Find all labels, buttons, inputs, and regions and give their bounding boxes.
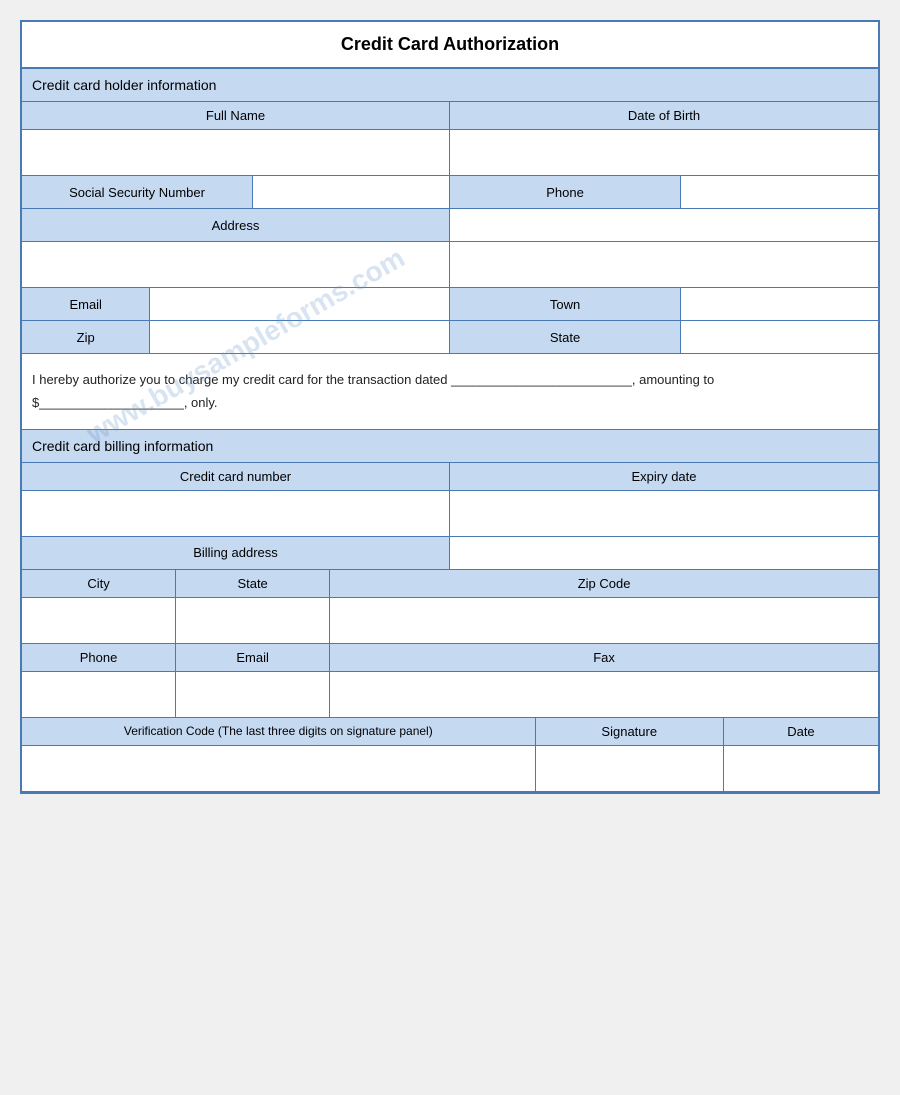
- row-billing-address: Billing address: [22, 537, 878, 570]
- input-credit-card-number[interactable]: [22, 491, 450, 536]
- input-email2[interactable]: [176, 672, 330, 717]
- row-address-input: [22, 242, 878, 288]
- input-verification-code[interactable]: [22, 746, 536, 791]
- label-date-of-birth: Date of Birth: [450, 102, 878, 129]
- billing-info-header: Credit card billing information: [22, 430, 878, 463]
- input-phone[interactable]: [681, 176, 878, 208]
- label-email2: Email: [176, 644, 330, 671]
- row-verification: Verification Code (The last three digits…: [22, 718, 878, 746]
- input-date-of-birth[interactable]: [450, 130, 878, 175]
- label-billing-address: Billing address: [22, 537, 450, 569]
- label-expiry-date: Expiry date: [450, 463, 878, 490]
- row-address: Address: [22, 209, 878, 242]
- row-email-town: Email Town: [22, 288, 878, 321]
- form-title: Credit Card Authorization: [22, 22, 878, 69]
- label-email: Email: [22, 288, 150, 320]
- input-town[interactable]: [681, 288, 878, 320]
- input-expiry-date[interactable]: [450, 491, 878, 536]
- label-date: Date: [724, 718, 878, 745]
- label-zip: Zip: [22, 321, 150, 353]
- input-date[interactable]: [724, 746, 878, 791]
- input-phone2[interactable]: [22, 672, 176, 717]
- label-credit-card-number: Credit card number: [22, 463, 450, 490]
- row-verification-input: [22, 746, 878, 792]
- label-state: State: [450, 321, 681, 353]
- row-name-dob: Full Name Date of Birth: [22, 102, 878, 130]
- input-state2[interactable]: [176, 598, 330, 643]
- input-state[interactable]: [681, 321, 878, 353]
- label-fax: Fax: [330, 644, 878, 671]
- row-cc-expiry-input: [22, 491, 878, 537]
- form-container: www.buysampleforms.com Credit Card Autho…: [20, 20, 880, 794]
- label-full-name: Full Name: [22, 102, 450, 129]
- label-verification-code: Verification Code (The last three digits…: [22, 718, 536, 745]
- row-city-state-zip: City State Zip Code: [22, 570, 878, 598]
- authorization-text: I hereby authorize you to charge my cred…: [22, 354, 878, 430]
- label-city: City: [22, 570, 176, 597]
- label-address: Address: [22, 209, 450, 241]
- label-state2: State: [176, 570, 330, 597]
- input-address2[interactable]: [22, 242, 450, 287]
- label-phone2: Phone: [22, 644, 176, 671]
- label-town: Town: [450, 288, 681, 320]
- input-ssn[interactable]: [253, 176, 450, 208]
- label-zip-code: Zip Code: [330, 570, 878, 597]
- row-cc-expiry: Credit card number Expiry date: [22, 463, 878, 491]
- label-ssn: Social Security Number: [22, 176, 253, 208]
- input-full-name[interactable]: [22, 130, 450, 175]
- row-zip-state: Zip State: [22, 321, 878, 354]
- label-phone: Phone: [450, 176, 681, 208]
- row-city-state-zip-input: [22, 598, 878, 644]
- input-city[interactable]: [22, 598, 176, 643]
- row-phone-email-fax-input: [22, 672, 878, 718]
- input-email[interactable]: [150, 288, 450, 320]
- input-billing-address[interactable]: [450, 537, 878, 569]
- row-ssn-phone: Social Security Number Phone: [22, 176, 878, 209]
- input-zip[interactable]: [150, 321, 450, 353]
- label-signature: Signature: [536, 718, 724, 745]
- input-zip-code[interactable]: [330, 598, 878, 643]
- holder-info-header: Credit card holder information: [22, 69, 878, 102]
- input-address3[interactable]: [450, 242, 878, 287]
- input-signature[interactable]: [536, 746, 724, 791]
- row-phone-email-fax: Phone Email Fax: [22, 644, 878, 672]
- input-fax[interactable]: [330, 672, 878, 717]
- input-address[interactable]: [450, 209, 878, 241]
- row-name-dob-input: [22, 130, 878, 176]
